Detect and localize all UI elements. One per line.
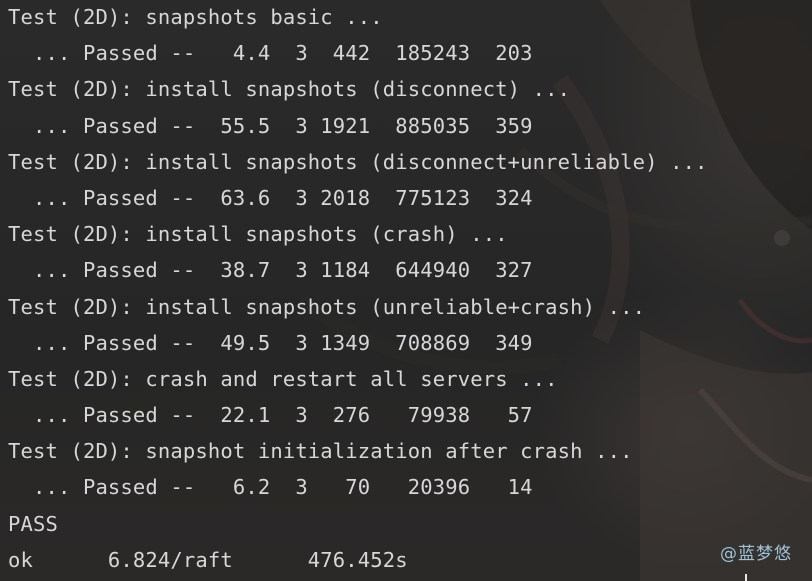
output-line-test-result: ... Passed -- 49.5 3 1349 708869 349 bbox=[8, 330, 533, 355]
output-line-test-result: ... Passed -- 6.2 3 70 20396 14 bbox=[8, 475, 533, 500]
watermark-text: @蓝梦悠 bbox=[720, 544, 792, 564]
output-line-pass: PASS bbox=[8, 511, 58, 536]
output-line-test-result: ... Passed -- 22.1 3 276 79938 57 bbox=[8, 403, 533, 428]
output-lines: Test (2D): snapshots basic ... ... Passe… bbox=[8, 1, 708, 580]
output-line-test-result: ... Passed -- 4.4 3 442 185243 203 bbox=[8, 41, 533, 66]
output-line-test-header: Test (2D): install snapshots (disconnect… bbox=[8, 77, 571, 102]
output-line-test-header: Test (2D): snapshot initialization after… bbox=[8, 439, 633, 464]
output-line-test-header: Test (2D): install snapshots (unreliable… bbox=[8, 294, 646, 319]
terminal-output[interactable]: Test (2D): snapshots basic ... ... Passe… bbox=[0, 0, 812, 581]
output-line-test-header: Test (2D): install snapshots (disconnect… bbox=[8, 149, 708, 174]
output-line-test-header: Test (2D): install snapshots (crash) ... bbox=[8, 222, 508, 247]
output-line-test-header: Test (2D): crash and restart all servers… bbox=[8, 366, 558, 391]
output-line-summary: ok 6.824/raft 476.452s bbox=[8, 547, 408, 572]
output-line-test-result: ... Passed -- 38.7 3 1184 644940 327 bbox=[8, 258, 533, 283]
output-line-test-result: ... Passed -- 55.5 3 1921 885035 359 bbox=[8, 113, 533, 138]
output-line-test-header: Test (2D): snapshots basic ... bbox=[8, 5, 383, 29]
output-line-test-result: ... Passed -- 63.6 3 2018 775123 324 bbox=[8, 185, 533, 210]
text-cursor bbox=[745, 574, 747, 581]
